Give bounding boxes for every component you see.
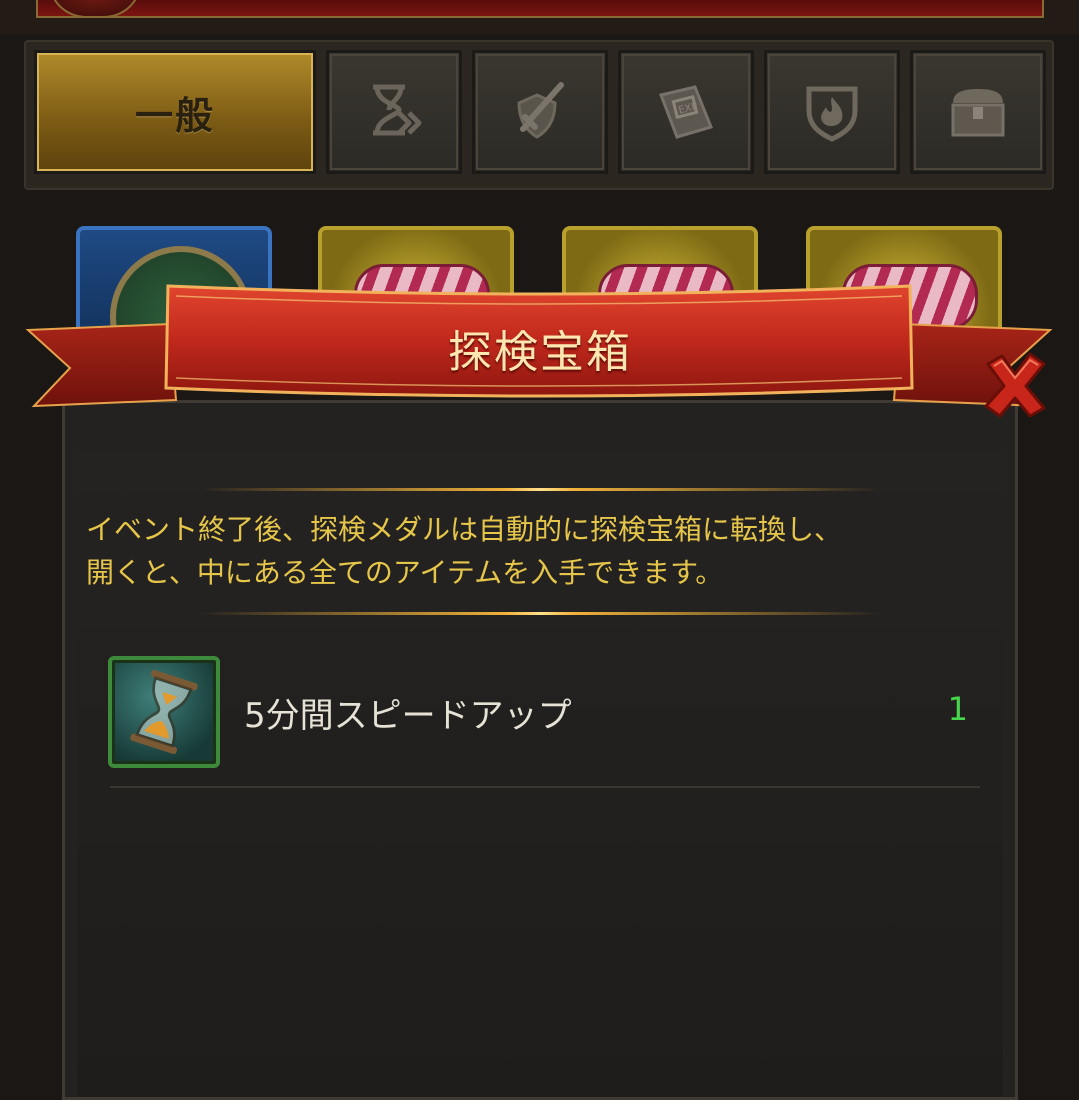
item-count: 1 [947,690,968,728]
gold-divider-bottom [200,612,880,615]
hourglass-speed-icon [373,84,422,136]
exp-book-icon: EXP [658,85,714,139]
close-button[interactable] [980,350,1050,420]
row-divider [110,786,980,788]
header-red-bar [36,0,1044,18]
close-icon [984,352,1046,418]
treasure-chest-icon [951,89,1005,137]
dialog-title: 探検宝箱 [448,327,632,378]
fire-shield-icon [806,86,858,142]
dialog-description: イベント終了後、探検メダルは自動的に探検宝箱に転換し、 開くと、中にある全てのア… [86,508,1006,594]
description-line: 開くと、中にある全てのアイテムを入手できます。 [86,556,724,589]
tab-experience[interactable]: EXP [618,50,754,174]
list-item: 5分間スピードアップ 1 [108,656,978,772]
hourglass-icon[interactable] [108,656,220,768]
title-ribbon: 探検宝箱 [0,280,1079,420]
item-name: 5分間スピードアップ [244,696,572,736]
sword-shield-icon [517,82,564,139]
top-header-strip [0,0,1079,34]
gold-divider-top [200,488,880,491]
tab-combat[interactable] [472,50,608,174]
description-line: イベント終了後、探検メダルは自動的に探検宝箱に転換し、 [86,513,843,546]
tab-fire[interactable] [764,50,900,174]
tab-general[interactable]: 一般 [34,50,316,174]
tab-chest[interactable] [910,50,1046,174]
tab-general-label: 一般 [134,93,215,138]
tab-speedup[interactable] [326,50,462,174]
